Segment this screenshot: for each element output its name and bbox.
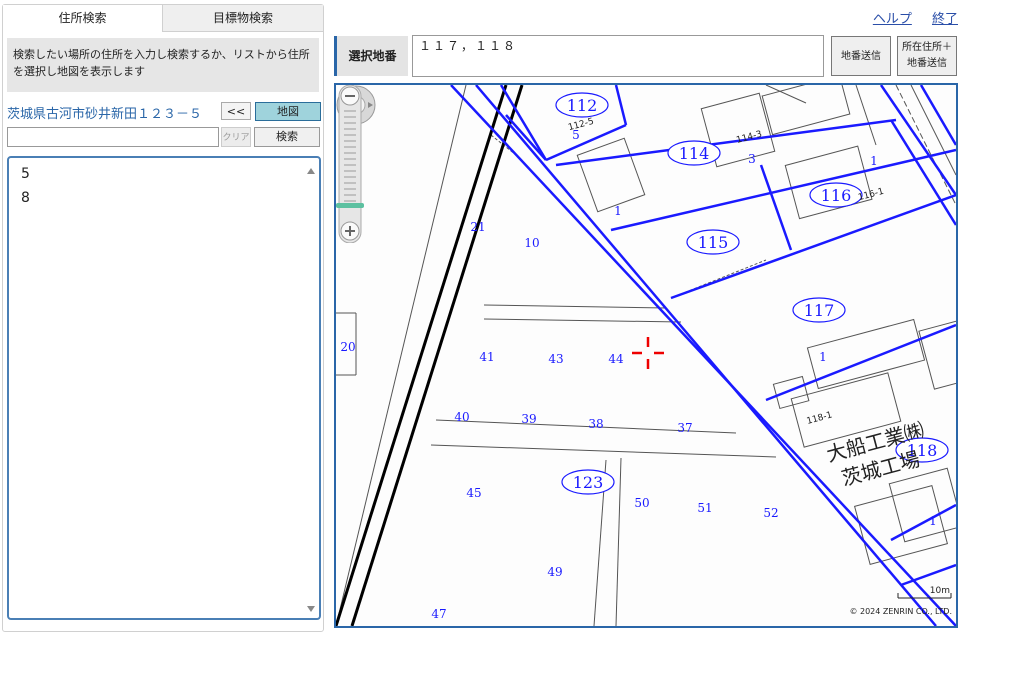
map-parcel-lines — [336, 85, 956, 626]
lot-number: 52 — [763, 506, 778, 520]
address-search-input[interactable] — [7, 127, 219, 147]
parcel-number: 117 — [804, 301, 835, 320]
lot-number: 10 — [524, 236, 539, 250]
lot-number: 1 — [614, 204, 622, 218]
lot-number: 51 — [697, 501, 712, 515]
lot-number: 50 — [634, 496, 649, 510]
map-copyright: © 2024 ZENRIN CO., LTD. — [849, 607, 952, 616]
lot-number: 21 — [470, 220, 485, 234]
result-list[interactable]: 5 8 — [7, 156, 321, 620]
lot-number: 39 — [521, 412, 536, 426]
map-canvas[interactable]: 112 114 116 115 117 118 123 5 3 1 1 21 1… — [336, 85, 956, 626]
help-link[interactable]: ヘルプ — [873, 12, 912, 27]
search-tabs: 住所検索 目標物検索 — [3, 5, 323, 33]
lot-number: 1 — [870, 154, 878, 168]
small-label: 112-5 — [567, 117, 595, 133]
lot-number: 1 — [819, 350, 827, 364]
parcel-number: 116 — [821, 186, 852, 205]
parcel-number: 123 — [573, 473, 604, 492]
current-address: 茨城県古河市砂井新田１２３－５ — [7, 107, 203, 122]
small-label: 118-1 — [806, 410, 834, 426]
map-scale-label: 10m — [929, 586, 950, 596]
parcel-number: 112 — [567, 96, 598, 115]
lot-number: 43 — [548, 352, 563, 366]
send-address-parcel-button[interactable]: 所在住所＋ 地番送信 — [897, 36, 957, 76]
header-links: ヘルプ 終了 — [857, 8, 958, 27]
send-address-parcel-line2: 地番送信 — [907, 58, 947, 69]
lot-number: 1 — [929, 514, 937, 528]
lot-number: 45 — [466, 486, 481, 500]
list-item[interactable]: 5 — [21, 166, 30, 182]
scroll-down-icon[interactable] — [307, 606, 315, 612]
lot-number: 37 — [677, 421, 692, 435]
selected-parcel-label: 選択地番 — [334, 36, 408, 76]
selected-parcel-field[interactable]: １１７，１１８ — [412, 35, 824, 77]
map-selected-parcel-lines — [450, 85, 956, 626]
lot-number: 40 — [454, 410, 469, 424]
scroll-up-icon[interactable] — [307, 168, 315, 174]
list-item[interactable]: 8 — [21, 190, 30, 206]
zoom-slider[interactable] — [336, 85, 364, 243]
parcel-number: 114 — [679, 144, 710, 163]
small-label: 114-3 — [735, 129, 763, 145]
search-button[interactable]: 検索 — [254, 127, 320, 147]
lot-number: 20 — [340, 340, 355, 354]
send-address-parcel-line1: 所在住所＋ — [902, 42, 952, 53]
exit-link[interactable]: 終了 — [932, 12, 958, 27]
search-row: クリア 検索 — [7, 127, 321, 149]
search-description: 検索したい場所の住所を入力し検索するか、リストから住所を選択し地図を表示します — [7, 38, 319, 92]
lot-number: 41 — [479, 350, 494, 364]
lot-number: 38 — [588, 417, 603, 431]
zoom-handle[interactable] — [336, 203, 364, 208]
clear-button[interactable]: クリア — [221, 127, 251, 147]
crosshair-icon — [632, 337, 664, 369]
result-scrollbar[interactable] — [305, 162, 317, 614]
lot-number: 44 — [608, 352, 624, 366]
lot-number: 3 — [748, 152, 756, 166]
current-address-row: 茨城県古河市砂井新田１２３－５ << 地図 — [7, 102, 321, 122]
map-button[interactable]: 地図 — [255, 102, 321, 121]
map-view[interactable]: 112 114 116 115 117 118 123 5 3 1 1 21 1… — [334, 83, 958, 628]
send-parcel-button[interactable]: 地番送信 — [831, 36, 891, 76]
small-label: 116-1 — [857, 187, 885, 203]
tab-landmark-search[interactable]: 目標物検索 — [163, 5, 323, 32]
lot-number: 49 — [547, 565, 562, 579]
tab-address-search[interactable]: 住所検索 — [3, 5, 163, 32]
parcel-number: 115 — [698, 233, 729, 252]
lot-number: 47 — [431, 607, 446, 621]
address-search-panel: 住所検索 目標物検索 検索したい場所の住所を入力し検索するか、リストから住所を選… — [2, 4, 324, 632]
back-button[interactable]: << — [221, 102, 251, 120]
